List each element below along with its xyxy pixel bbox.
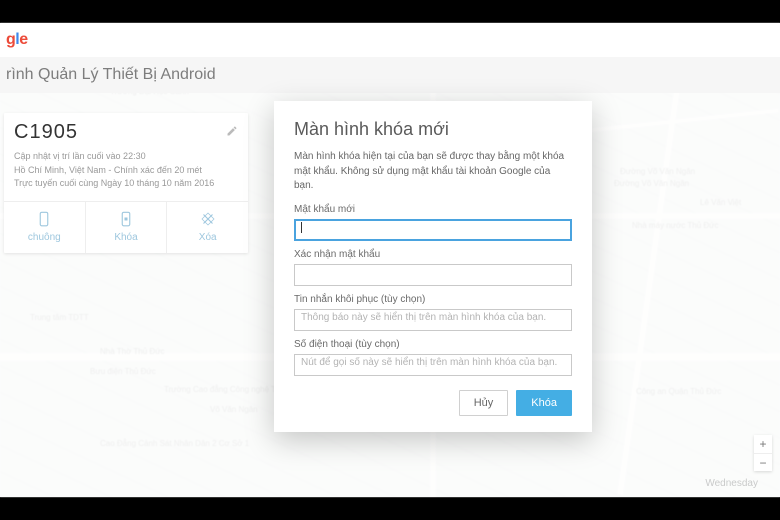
dialog-title: Màn hình khóa mới [294,119,572,140]
recovery-message-label: Tin nhắn khôi phục (tùy chọn) [294,294,572,305]
new-password-input[interactable] [294,219,572,241]
lock-dialog: Màn hình khóa mới Màn hình khóa hiện tại… [274,101,592,432]
phone-input[interactable]: Nút để gọi số này sẽ hiển thị trên màn h… [294,354,572,376]
dialog-description: Màn hình khóa hiện tại của bạn sẽ được t… [294,150,572,194]
screen: Trường Đại Học Cảnh Trường đoạn Nhà máy … [0,23,780,497]
lock-button[interactable]: Khóa [516,390,572,416]
phone-label: Số điện thoại (tùy chọn) [294,339,572,350]
zoom-controls: + − [754,435,772,471]
text-caret [301,222,302,233]
day-label: Wednesday [705,478,758,489]
modal-overlay: Màn hình khóa mới Màn hình khóa hiện tại… [0,23,780,497]
dialog-actions: Hủy Khóa [294,390,572,416]
zoom-in-button[interactable]: + [754,435,772,453]
recovery-message-input[interactable]: Thông báo này sẽ hiển thị trên màn hình … [294,309,572,331]
confirm-password-input[interactable] [294,264,572,286]
confirm-password-label: Xác nhận mật khẩu [294,249,572,260]
new-password-label: Mật khẩu mới [294,204,572,215]
cancel-button[interactable]: Hủy [459,390,509,416]
zoom-out-button[interactable]: − [754,453,772,471]
